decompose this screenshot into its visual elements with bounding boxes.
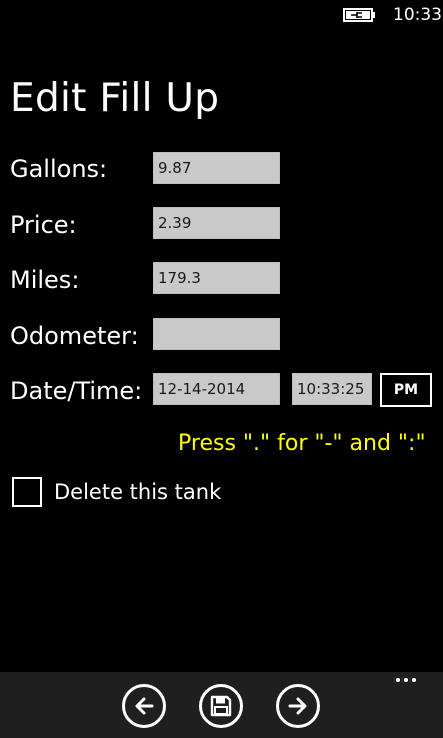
- back-arrow-icon: [135, 697, 154, 715]
- app-bar: [0, 672, 443, 738]
- input-hint: Press "." for "-" and ":": [178, 431, 426, 456]
- price-field[interactable]: [153, 207, 280, 239]
- delete-tank-label[interactable]: Delete this tank: [54, 480, 221, 504]
- odometer-label: Odometer:: [10, 322, 139, 350]
- back-button[interactable]: [122, 684, 166, 728]
- gallons-label: Gallons:: [10, 155, 108, 183]
- am-pm-toggle-button[interactable]: PM: [380, 373, 432, 407]
- time-field[interactable]: [292, 373, 372, 405]
- clock: 10:33: [393, 5, 442, 25]
- status-bar: 10:33: [0, 0, 443, 30]
- save-icon: [210, 695, 232, 717]
- datetime-label: Date/Time:: [10, 377, 143, 405]
- forward-arrow-icon: [288, 697, 307, 715]
- date-field[interactable]: [153, 373, 280, 405]
- more-dot: [404, 678, 408, 682]
- more-icon[interactable]: [396, 678, 416, 682]
- odometer-field[interactable]: [153, 318, 280, 350]
- gallons-field[interactable]: [153, 152, 280, 184]
- forward-button[interactable]: [276, 684, 320, 728]
- battery-charging-icon: [343, 8, 375, 22]
- page-title: Edit Fill Up: [10, 76, 220, 121]
- save-button[interactable]: [199, 684, 243, 728]
- miles-label: Miles:: [10, 266, 80, 294]
- price-label: Price:: [10, 211, 77, 239]
- more-dot: [412, 678, 416, 682]
- delete-tank-checkbox[interactable]: [12, 477, 42, 507]
- more-dot: [396, 678, 400, 682]
- miles-field[interactable]: [153, 262, 280, 294]
